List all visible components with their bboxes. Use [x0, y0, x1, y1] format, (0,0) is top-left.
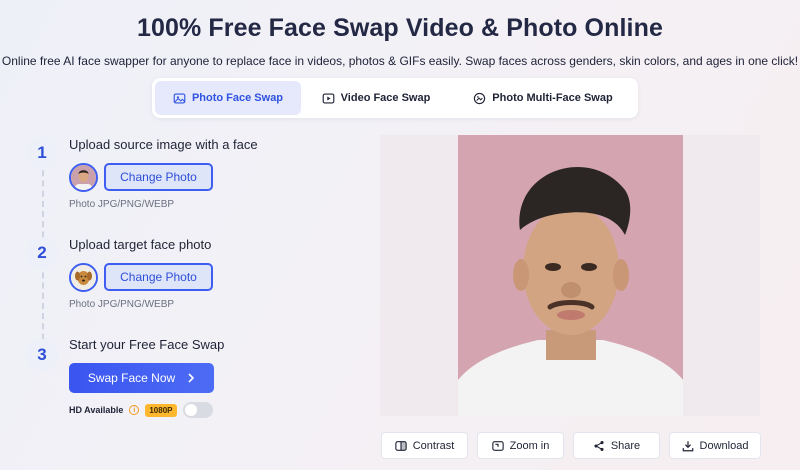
- zoom-in-button[interactable]: Zoom in: [477, 432, 564, 459]
- contrast-button[interactable]: Contrast: [381, 432, 468, 459]
- preview-actions: Contrast Zoom in Share Download: [381, 432, 761, 459]
- step-number-1: 1: [26, 137, 58, 169]
- tab-label: Photo Multi-Face Swap: [492, 92, 613, 104]
- source-format-hint: Photo JPG/PNG/WEBP: [69, 199, 175, 210]
- tab-photo-multi-face-swap[interactable]: Photo Multi-Face Swap: [451, 81, 635, 115]
- contrast-label: Contrast: [412, 439, 455, 452]
- download-button[interactable]: Download: [669, 432, 761, 459]
- resolution-badge: 1080P: [145, 403, 177, 417]
- step-title-3: Start your Free Face Swap: [69, 337, 225, 352]
- hd-label: HD Available: [69, 405, 124, 415]
- step-title-1: Upload source image with a face: [69, 137, 258, 152]
- zoom-icon: [491, 440, 504, 451]
- video-icon: [322, 92, 335, 104]
- page-title: 100% Free Face Swap Video & Photo Online: [137, 14, 663, 42]
- step-number-3: 3: [26, 339, 58, 371]
- download-icon: [682, 440, 693, 451]
- share-label: Share: [610, 439, 641, 452]
- chevron-right-icon: [188, 373, 195, 383]
- result-photo: [458, 135, 683, 416]
- mode-tabs: Photo Face Swap Video Face Swap Photo Mu…: [152, 78, 638, 118]
- tab-label: Video Face Swap: [340, 92, 431, 104]
- dog-avatar-icon: [71, 265, 96, 290]
- download-label: Download: [699, 439, 749, 452]
- zoom-label: Zoom in: [509, 439, 550, 452]
- change-target-photo-button[interactable]: Change Photo: [104, 263, 213, 291]
- info-icon[interactable]: i: [129, 405, 140, 415]
- target-format-hint: Photo JPG/PNG/WEBP: [69, 299, 175, 310]
- page-subtitle: Online free AI face swapper for anyone t…: [1, 54, 799, 68]
- change-source-photo-button[interactable]: Change Photo: [104, 163, 213, 191]
- tab-label: Photo Face Swap: [191, 92, 284, 104]
- hd-option: HD Available i 1080P: [69, 402, 213, 418]
- multi-face-icon: [474, 92, 486, 104]
- tab-photo-face-swap[interactable]: Photo Face Swap: [155, 81, 301, 115]
- share-button[interactable]: Share: [573, 432, 660, 459]
- person-avatar-icon: [71, 165, 96, 190]
- swap-face-now-button[interactable]: Swap Face Now: [69, 363, 214, 393]
- contrast-icon: [395, 440, 407, 451]
- hd-toggle[interactable]: [182, 402, 213, 418]
- result-preview: [380, 135, 760, 416]
- step-title-2: Upload target face photo: [69, 237, 212, 252]
- share-icon: [594, 440, 604, 451]
- face-swap-result-image: [458, 135, 683, 416]
- tab-video-face-swap[interactable]: Video Face Swap: [301, 81, 451, 115]
- image-icon: [173, 92, 186, 104]
- source-face-thumbnail[interactable]: [69, 163, 98, 192]
- step-number-2: 2: [26, 237, 58, 269]
- swap-button-label: Swap Face Now: [87, 371, 176, 385]
- target-face-thumbnail[interactable]: [69, 263, 98, 292]
